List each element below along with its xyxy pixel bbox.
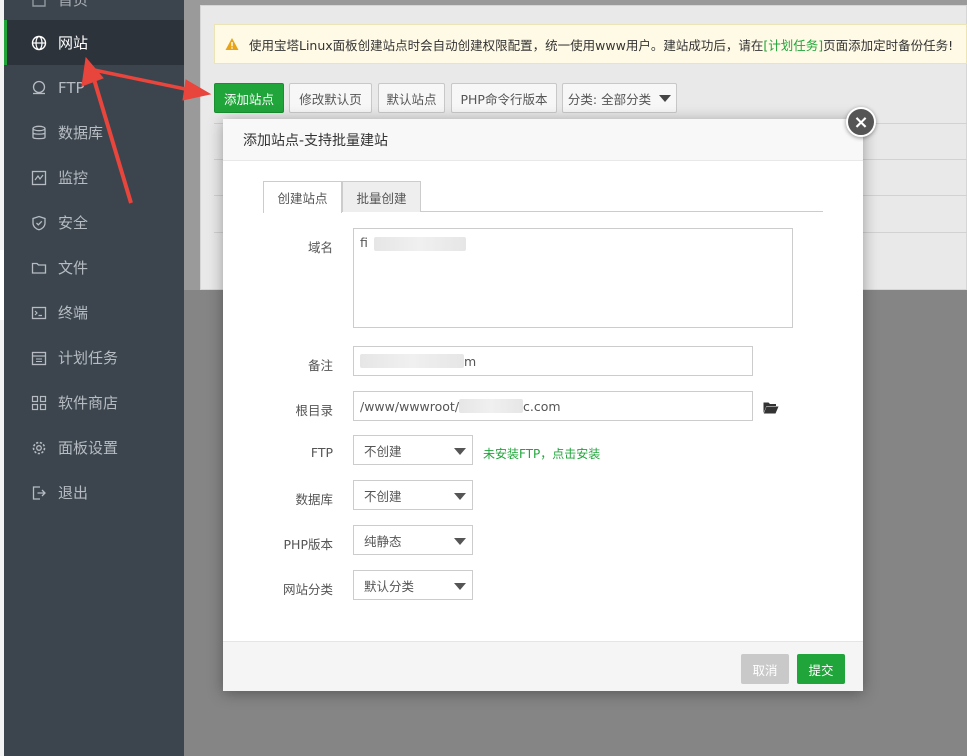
home-icon	[32, 0, 46, 7]
close-icon[interactable]: ×	[846, 107, 876, 137]
ftp-select-value: 不创建	[364, 443, 402, 459]
sidebar-item-app-store[interactable]: 软件商店	[4, 380, 184, 425]
cancel-button[interactable]: 取消	[741, 654, 789, 684]
sidebar-item-security[interactable]: 安全	[4, 200, 184, 245]
submit-button[interactable]: 提交	[797, 654, 845, 684]
terminal-icon	[31, 306, 47, 319]
edit-default-page-button[interactable]: 修改默认页	[289, 83, 372, 113]
redacted-text	[459, 399, 524, 413]
shield-icon	[32, 215, 46, 230]
cron-link[interactable]: [计划任务]	[763, 35, 823, 54]
site-category-label: 网站分类	[282, 582, 333, 597]
warning-icon	[225, 38, 239, 50]
calendar-icon	[31, 351, 47, 365]
ftp-label: FTP	[310, 445, 333, 460]
chevron-down-icon	[454, 538, 466, 545]
sidebar-item-files[interactable]: 文件	[4, 245, 184, 290]
logout-icon	[32, 485, 46, 500]
caret-down-icon	[659, 94, 672, 102]
sidebar: 首页 网站 FTP 数据库 监控 安全 文件 终端 计划任务 软件商店 面板设置	[4, 0, 184, 756]
dialog-tabs: 创建站点 批量创建	[263, 181, 823, 213]
sidebar-item-website[interactable]: 网站	[4, 20, 184, 65]
sidebar-item-database[interactable]: 数据库	[4, 110, 184, 155]
php-version-label: PHP版本	[283, 537, 333, 552]
php-cli-version-button[interactable]: PHP命令行版本	[451, 83, 557, 113]
gear-icon	[32, 441, 46, 454]
chevron-down-icon	[454, 493, 466, 500]
ftp-select[interactable]: 不创建	[353, 435, 473, 465]
add-site-dialog: 添加站点-支持批量建站 创建站点 批量创建 域名 fi 备注 m 根目录 /ww…	[223, 119, 863, 691]
tab-create-site[interactable]: 创建站点	[263, 181, 342, 213]
root-dir-suffix: c.com	[523, 398, 561, 414]
domain-label: 域名	[307, 240, 333, 255]
database-select-value: 不创建	[364, 488, 402, 504]
chevron-down-icon	[454, 448, 466, 455]
chevron-down-icon	[454, 583, 466, 590]
sidebar-item-ftp[interactable]: FTP	[4, 65, 184, 110]
php-version-select[interactable]: 纯静态	[353, 525, 473, 555]
domain-textarea[interactable]: fi	[353, 228, 793, 328]
database-select[interactable]: 不创建	[353, 480, 473, 510]
database-label: 数据库	[295, 492, 333, 507]
sidebar-item-panel-settings[interactable]: 面板设置	[4, 425, 184, 470]
sidebar-item-terminal[interactable]: 终端	[4, 290, 184, 335]
database-icon	[32, 125, 46, 139]
default-site-button[interactable]: 默认站点	[378, 83, 445, 113]
dialog-title: 添加站点-支持批量建站	[243, 132, 389, 149]
remark-label: 备注	[307, 358, 333, 373]
redacted-text	[360, 354, 464, 368]
apps-icon	[31, 395, 47, 410]
domain-value: fi	[360, 235, 368, 250]
php-version-select-value: 纯静态	[364, 533, 402, 549]
monitor-icon	[31, 170, 47, 185]
tab-batch-create[interactable]: 批量创建	[342, 181, 421, 212]
globe-icon	[31, 35, 47, 50]
install-ftp-link[interactable]: 未安装FTP，点击安装	[483, 445, 600, 462]
folder-open-icon[interactable]	[763, 401, 779, 414]
sidebar-item-home[interactable]: 首页	[4, 0, 184, 22]
dialog-header: 添加站点-支持批量建站	[223, 119, 863, 161]
dialog-footer: 取消 提交	[223, 641, 863, 691]
notice-text: 使用宝塔Linux面板创建站点时会自动创建权限配置，统一使用www用户。建站成功…	[249, 37, 764, 53]
folder-icon	[31, 262, 47, 274]
site-category-select[interactable]: 默认分类	[353, 570, 473, 600]
category-filter-label: 分类: 全部分类	[567, 91, 652, 107]
notice-text-end: 页面添加定时备份任务!	[823, 37, 954, 53]
category-filter-dropdown[interactable]: 分类: 全部分类	[562, 83, 677, 113]
add-site-button[interactable]: 添加站点	[214, 83, 284, 113]
redacted-text	[373, 236, 466, 251]
notice-bar: 使用宝塔Linux面板创建站点时会自动创建权限配置，统一使用www用户。建站成功…	[214, 24, 967, 64]
sidebar-item-logout[interactable]: 退出	[4, 470, 184, 515]
root-dir-label: 根目录	[295, 403, 333, 418]
site-category-select-value: 默认分类	[364, 578, 415, 594]
root-dir-prefix: /www/wwwroot/	[360, 398, 460, 414]
remark-value-suffix: m	[464, 353, 477, 369]
sidebar-item-cron[interactable]: 计划任务	[4, 335, 184, 380]
ftp-icon	[32, 80, 46, 94]
sidebar-item-monitor[interactable]: 监控	[4, 155, 184, 200]
remark-input[interactable]: m	[353, 346, 753, 376]
root-dir-input[interactable]: /www/wwwroot/c.com	[353, 391, 753, 421]
